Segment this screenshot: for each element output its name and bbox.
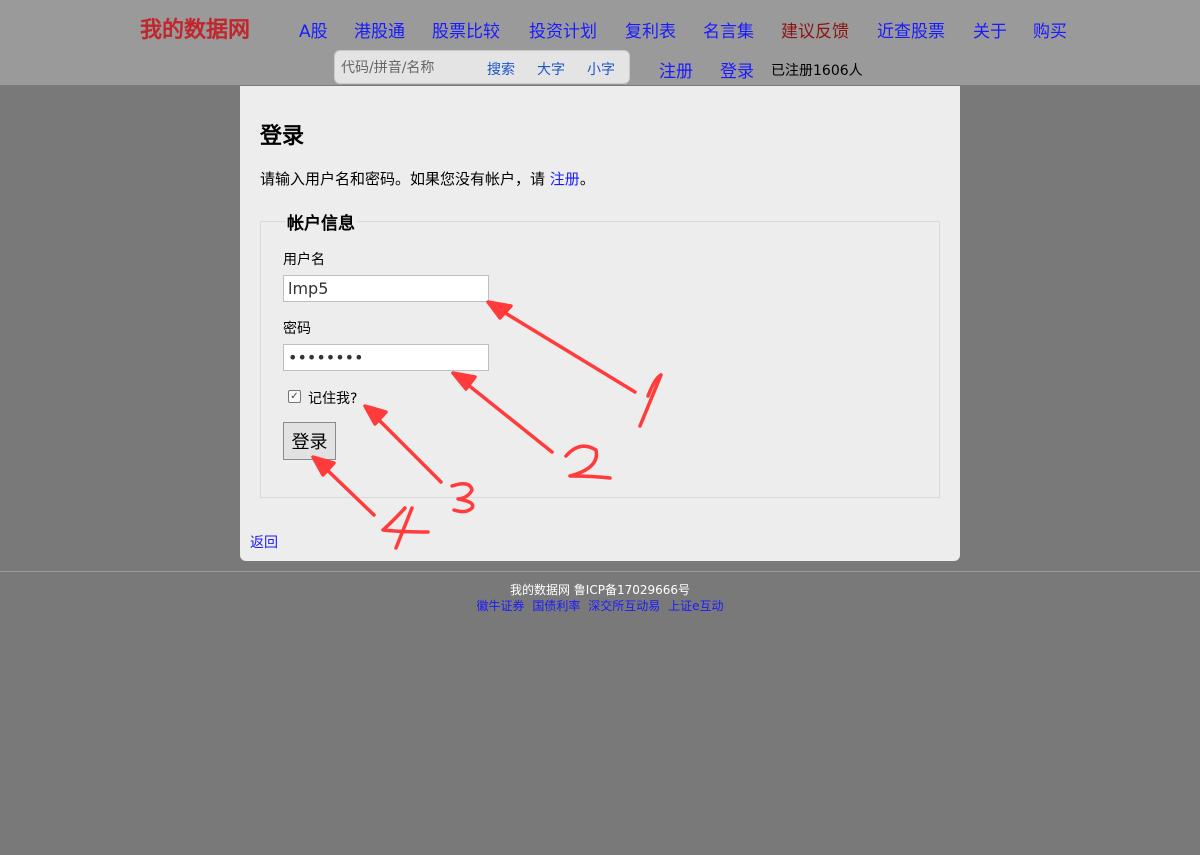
- nav-hk-connect[interactable]: 港股通: [354, 17, 405, 42]
- username-label: 用户名: [283, 252, 325, 268]
- footer-link-szse[interactable]: 深交所互动易: [588, 599, 660, 613]
- nav-investment-plan[interactable]: 投资计划: [529, 17, 597, 42]
- footer-link-securities[interactable]: 徽牛证券: [477, 599, 525, 613]
- login-link[interactable]: 登录: [720, 57, 754, 82]
- nav-recent-stocks[interactable]: 近查股票: [877, 17, 945, 42]
- site-title-link[interactable]: 我的数据网: [140, 12, 250, 44]
- search-input[interactable]: [341, 58, 475, 78]
- remember-me-label: 记住我?: [308, 391, 358, 407]
- nav-compound-table[interactable]: 复利表: [625, 17, 676, 42]
- nav-quotes[interactable]: 名言集: [703, 17, 754, 42]
- footer-links: 徽牛证券 国债利率 深交所互动易 上证e互动: [0, 597, 1200, 614]
- fieldset-legend: 帐户信息: [285, 209, 357, 234]
- registered-count: 已注册1606人: [771, 63, 863, 79]
- footer-link-bond-rates[interactable]: 国债利率: [532, 599, 580, 613]
- large-font-button[interactable]: 大字: [537, 59, 565, 79]
- register-link[interactable]: 注册: [659, 57, 693, 82]
- intro-text: 请输入用户名和密码。如果您没有帐户，请 注册。: [260, 168, 595, 189]
- site-header: 我的数据网 A股 港股通 股票比较 投资计划 复利表 名言集 建议反馈 近查股票…: [0, 0, 1200, 85]
- search-button[interactable]: 搜索: [487, 59, 515, 79]
- footer-copyright: 我的数据网 鲁ICP备17029666号: [509, 583, 691, 597]
- password-input[interactable]: [283, 344, 489, 371]
- intro-message: 请输入用户名和密码。如果您没有帐户，请: [260, 170, 546, 188]
- footer-link-sse[interactable]: 上证e互动: [668, 599, 723, 613]
- username-input[interactable]: [283, 275, 489, 302]
- nav-purchase[interactable]: 购买: [1033, 17, 1067, 42]
- remember-me-checkbox[interactable]: ✓: [288, 390, 301, 403]
- nav-stock-compare[interactable]: 股票比较: [432, 17, 500, 42]
- nav-a-shares[interactable]: A股: [299, 17, 328, 42]
- account-info-fieldset: 帐户信息 用户名 密码 ✓ 记住我? 登录: [260, 209, 940, 498]
- nav-about[interactable]: 关于: [973, 17, 1007, 42]
- password-label: 密码: [283, 321, 311, 337]
- back-link[interactable]: 返回: [250, 532, 278, 552]
- search-box: 搜索 大字 小字: [334, 50, 630, 84]
- nav-feedback[interactable]: 建议反馈: [781, 17, 849, 42]
- login-panel: 登录 请输入用户名和密码。如果您没有帐户，请 注册。 帐户信息 用户名 密码 ✓…: [240, 86, 960, 561]
- footer-divider: [0, 571, 1200, 572]
- intro-period: 。: [579, 170, 595, 188]
- small-font-button[interactable]: 小字: [587, 59, 615, 79]
- login-submit-button[interactable]: 登录: [283, 422, 336, 460]
- intro-register-link[interactable]: 注册: [550, 170, 580, 188]
- page-title: 登录: [260, 124, 305, 149]
